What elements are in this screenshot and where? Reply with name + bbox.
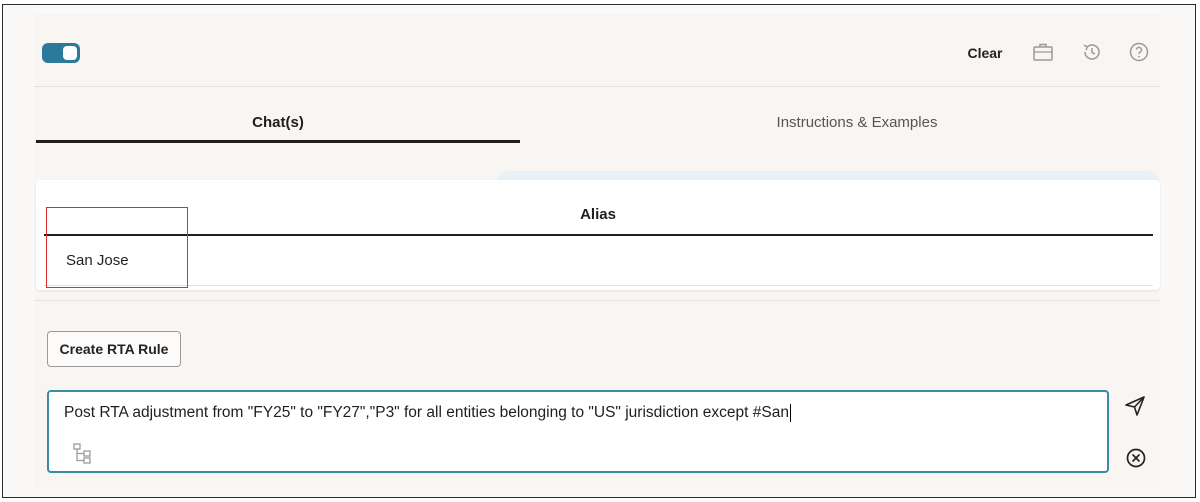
clear-button[interactable]: Clear	[960, 42, 1010, 64]
create-rta-rule-button[interactable]: Create RTA Rule	[47, 331, 181, 367]
tab-instructions-examples[interactable]: Instructions & Examples	[520, 108, 1194, 136]
highlight-box	[46, 207, 188, 288]
history-icon[interactable]	[1080, 40, 1104, 64]
prompt-input-text[interactable]: Post RTA adjustment from "FY25" to "FY27…	[64, 404, 791, 422]
text-caret	[789, 404, 791, 422]
table-row-divider	[44, 285, 1153, 286]
table-header-divider	[44, 234, 1153, 236]
tab-chats[interactable]: Chat(s)	[36, 108, 520, 136]
header-divider	[34, 86, 1160, 87]
hierarchy-icon[interactable]	[72, 442, 94, 464]
send-icon[interactable]	[1124, 395, 1146, 417]
mode-toggle[interactable]	[42, 43, 80, 63]
prompt-value: Post RTA adjustment from "FY25" to "FY27…	[64, 404, 789, 422]
active-tab-indicator	[36, 140, 520, 143]
column-header-alias: Alias	[580, 205, 616, 223]
toggle-knob	[63, 46, 77, 60]
prompt-input[interactable]	[47, 390, 1109, 473]
help-icon[interactable]	[1127, 40, 1151, 64]
briefcase-icon[interactable]	[1031, 40, 1055, 64]
cancel-icon[interactable]	[1125, 447, 1147, 469]
content-divider	[34, 300, 1160, 301]
